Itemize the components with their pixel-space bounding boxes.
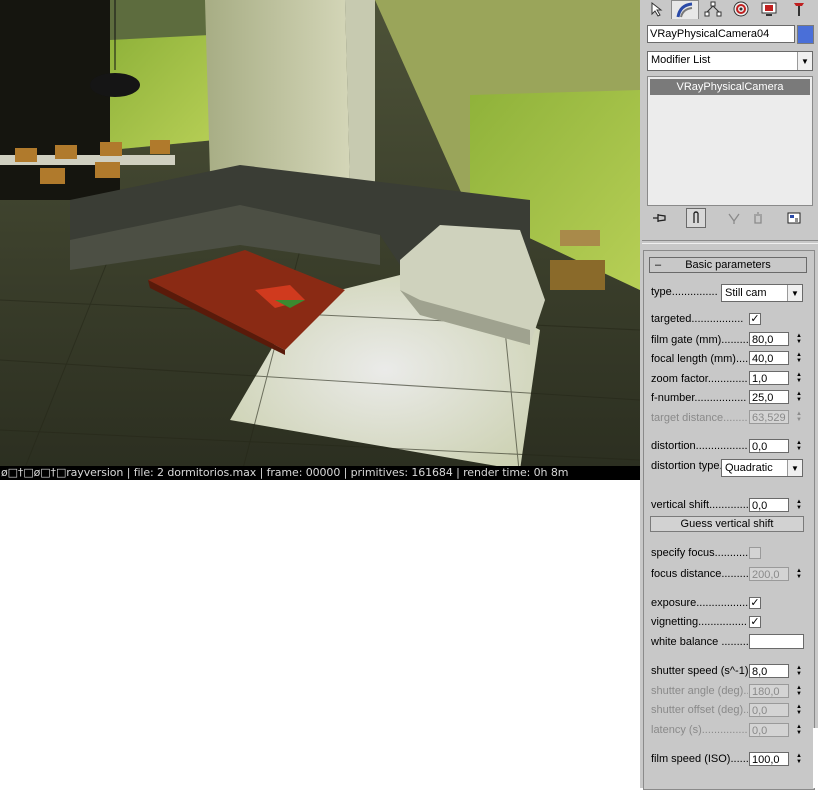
- f-number-spinner-arrows[interactable]: ▲ ▼: [794, 390, 804, 404]
- make-unique-button[interactable]: [724, 208, 744, 228]
- motion-tab[interactable]: [728, 0, 754, 18]
- hierarchy-tab[interactable]: [700, 0, 726, 18]
- display-tab[interactable]: [756, 0, 782, 18]
- modifier-list-label: Modifier List: [651, 54, 711, 66]
- exposure-label: exposure..................: [651, 597, 748, 609]
- zoom-factor-label: zoom factor.............: [651, 373, 748, 385]
- modify-tab[interactable]: [671, 0, 699, 19]
- focal-length-spinner[interactable]: 40,0: [749, 351, 789, 365]
- configure-modifier-sets-icon: [787, 212, 801, 224]
- chevron-down-icon: ▼: [787, 285, 802, 301]
- distortion-label: distortion..................: [651, 440, 748, 452]
- f-number-label: f-number.................: [651, 392, 747, 404]
- show-end-result-button[interactable]: [686, 208, 706, 228]
- panel-scroll-edge: [813, 728, 818, 788]
- specify-focus-checkbox[interactable]: [749, 547, 761, 559]
- targeted-label: targeted.................: [651, 313, 744, 325]
- distortion-spinner-arrows[interactable]: ▲ ▼: [794, 439, 804, 453]
- white-balance-label: white balance .........: [651, 636, 748, 648]
- create-tab[interactable]: [644, 0, 670, 18]
- utilities-icon: [794, 3, 804, 16]
- target-distance-spinner-arrows: ▲ ▼: [796, 411, 802, 423]
- type-value: Still cam: [725, 287, 767, 299]
- modifier-list-dropdown[interactable]: Modifier List ▼: [647, 51, 813, 71]
- shutter-speed-spinner[interactable]: 8,0: [749, 664, 789, 678]
- guess-vertical-shift-button[interactable]: Guess vertical shift: [650, 516, 804, 532]
- motion-icon: [733, 1, 749, 17]
- vertical-shift-label: vertical shift.............: [651, 499, 748, 511]
- render-status-bar: ø□†□ø□†□rayversion | file: 2 dormitorios…: [0, 466, 640, 480]
- vertical-shift-spinner[interactable]: 0,0: [749, 498, 789, 512]
- latency-spinner-arrows[interactable]: ▲ ▼: [794, 723, 804, 737]
- command-panel-tabs: [640, 0, 818, 20]
- focus-distance-label: focus distance.........: [651, 568, 748, 580]
- pin-stack-icon: [653, 214, 666, 222]
- rendered-scene-image: [0, 0, 640, 480]
- distortion-type-value: Quadratic: [725, 462, 773, 474]
- shutter-speed-spinner-arrows[interactable]: ▲ ▼: [794, 664, 804, 678]
- exposure-checkbox[interactable]: ✓: [749, 597, 761, 609]
- vignetting-label: vignetting.................: [651, 616, 748, 628]
- show-end-result-icon: [693, 211, 699, 223]
- pin-stack-button[interactable]: [650, 208, 670, 228]
- modifier-stack[interactable]: VRayPhysicalCamera: [647, 76, 813, 206]
- shutter-angle-spinner-arrows[interactable]: ▲ ▼: [794, 684, 804, 698]
- target-distance-label: target distance.........: [651, 412, 748, 424]
- shutter-angle-label: shutter angle (deg)..: [651, 685, 748, 697]
- type-dropdown[interactable]: Still cam ▼: [721, 284, 803, 302]
- latency-spinner: 0,0: [749, 723, 789, 737]
- make-unique-icon: [728, 213, 740, 224]
- film-speed-spinner[interactable]: 100,0: [749, 752, 789, 766]
- focal-length-label: focal length (mm).....: [651, 353, 748, 365]
- remove-modifier-button[interactable]: [748, 208, 768, 228]
- create-icon: [651, 1, 663, 17]
- target-distance-spinner: 63,529: [749, 410, 789, 424]
- film-gate-spinner-arrows[interactable]: ▲ ▼: [794, 332, 804, 346]
- shutter-speed-label: shutter speed (s^-1).: [651, 665, 748, 677]
- distortion-type-dropdown[interactable]: Quadratic ▼: [721, 459, 803, 477]
- film-speed-spinner-arrows[interactable]: ▲ ▼: [794, 752, 804, 766]
- specify-focus-label: specify focus...........: [651, 547, 748, 559]
- targeted-checkbox[interactable]: ✓: [749, 313, 761, 325]
- focus-distance-spinner-arrows[interactable]: ▲ ▼: [794, 567, 804, 581]
- chevron-down-icon: ▼: [797, 52, 812, 70]
- utilities-tab[interactable]: [786, 0, 812, 18]
- stack-toolbar: [648, 208, 812, 230]
- focal-length-spinner-arrows[interactable]: ▲ ▼: [794, 351, 804, 365]
- distortion-type-label: distortion type.: [651, 460, 721, 472]
- shutter-offset-spinner: 0,0: [749, 703, 789, 717]
- object-name-field[interactable]: VRayPhysicalCamera04: [647, 25, 795, 43]
- panel-divider: [642, 240, 818, 244]
- f-number-spinner[interactable]: 25,0: [749, 390, 789, 404]
- vertical-shift-spinner-arrows[interactable]: ▲ ▼: [794, 498, 804, 512]
- chevron-down-icon: ▼: [787, 460, 802, 476]
- type-label: type...............: [651, 286, 718, 298]
- white-balance-swatch[interactable]: [749, 634, 804, 649]
- film-gate-spinner[interactable]: 80,0: [749, 332, 789, 346]
- latency-label: latency (s)...................: [651, 724, 748, 736]
- shutter-angle-spinner: 180,0: [749, 684, 789, 698]
- configure-modifier-sets-button[interactable]: [784, 208, 804, 228]
- focus-distance-spinner: 200,0: [749, 567, 789, 581]
- display-icon: [761, 2, 777, 16]
- shutter-offset-spinner-arrows[interactable]: ▲ ▼: [794, 703, 804, 717]
- basic-parameters-title: Basic parameters: [685, 259, 771, 271]
- film-gate-label: film gate (mm)...........: [651, 334, 748, 346]
- zoom-factor-spinner[interactable]: 1,0: [749, 371, 789, 385]
- modify-icon: [676, 2, 693, 18]
- render-viewport[interactable]: ø□†□ø□†□rayversion | file: 2 dormitorios…: [0, 0, 640, 480]
- object-color-swatch[interactable]: [797, 25, 814, 44]
- hierarchy-icon: [704, 1, 722, 17]
- shutter-offset-label: shutter offset (deg)..: [651, 704, 748, 716]
- distortion-spinner[interactable]: 0,0: [749, 439, 789, 453]
- film-speed-label: film speed (ISO).......: [651, 753, 748, 765]
- vignetting-checkbox[interactable]: ✓: [749, 616, 761, 628]
- remove-modifier-icon: [754, 212, 762, 224]
- stack-item-vrayphysicalcamera[interactable]: VRayPhysicalCamera: [650, 79, 810, 95]
- zoom-factor-spinner-arrows[interactable]: ▲ ▼: [794, 371, 804, 385]
- basic-parameters-header[interactable]: – Basic parameters: [649, 257, 807, 273]
